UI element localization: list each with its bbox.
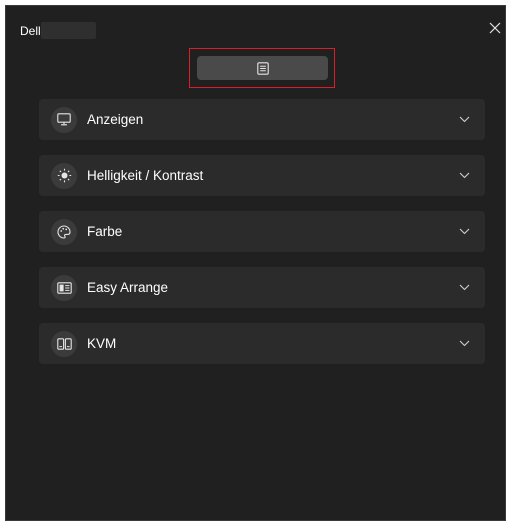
app-title: Dell	[20, 24, 41, 38]
model-name-field	[41, 22, 96, 39]
menu-button[interactable]	[197, 56, 328, 80]
app-window: Dell Anzeigen Helligkeit / Kontrast Farb…	[5, 5, 506, 521]
monitor-icon	[51, 106, 77, 133]
section-kvm[interactable]: KVM	[39, 323, 485, 364]
document-list-icon	[256, 61, 269, 75]
section-easy-arrange[interactable]: Easy Arrange	[39, 267, 485, 308]
section-label: Easy Arrange	[87, 280, 169, 295]
layout-icon	[51, 274, 77, 301]
section-helligkeit-kontrast[interactable]: Helligkeit / Kontrast	[39, 155, 485, 196]
palette-icon	[51, 218, 77, 245]
settings-list: Anzeigen Helligkeit / Kontrast Farbe Eas…	[39, 99, 485, 379]
close-icon	[489, 22, 501, 34]
close-button[interactable]	[486, 19, 504, 37]
section-label: Farbe	[87, 224, 123, 239]
chevron-down-icon	[457, 337, 471, 351]
chevron-down-icon	[457, 225, 471, 239]
brightness-icon	[51, 162, 77, 189]
section-farbe[interactable]: Farbe	[39, 211, 485, 252]
section-label: Anzeigen	[87, 112, 144, 127]
section-anzeigen[interactable]: Anzeigen	[39, 99, 485, 140]
kvm-icon	[51, 330, 77, 357]
chevron-down-icon	[457, 169, 471, 183]
section-label: KVM	[87, 336, 117, 351]
chevron-down-icon	[457, 281, 471, 295]
section-label: Helligkeit / Kontrast	[87, 168, 204, 183]
chevron-down-icon	[457, 113, 471, 127]
